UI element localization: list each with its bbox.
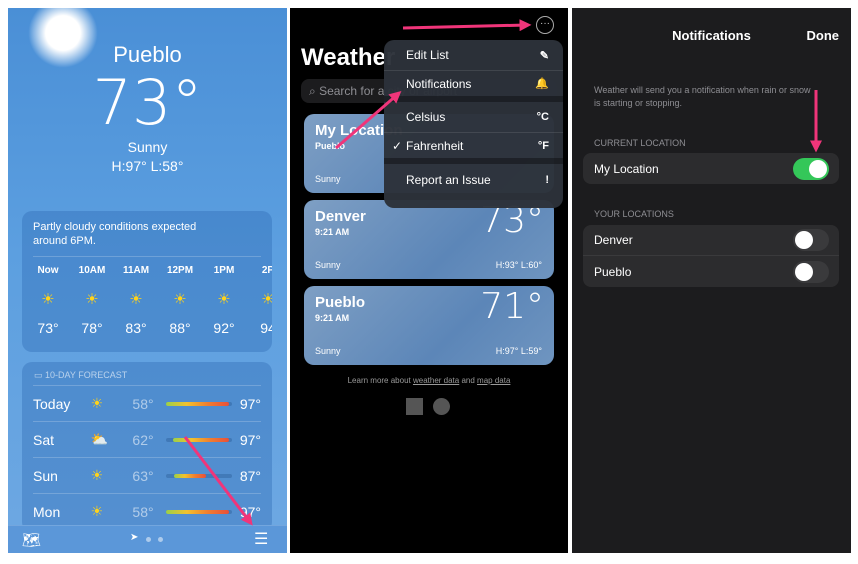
- annotation-arrows: [183, 19, 822, 526]
- arrow-to-notifications: [335, 91, 402, 150]
- arrow-to-more-button: [402, 19, 532, 32]
- arrow-to-list-icon: [183, 436, 253, 526]
